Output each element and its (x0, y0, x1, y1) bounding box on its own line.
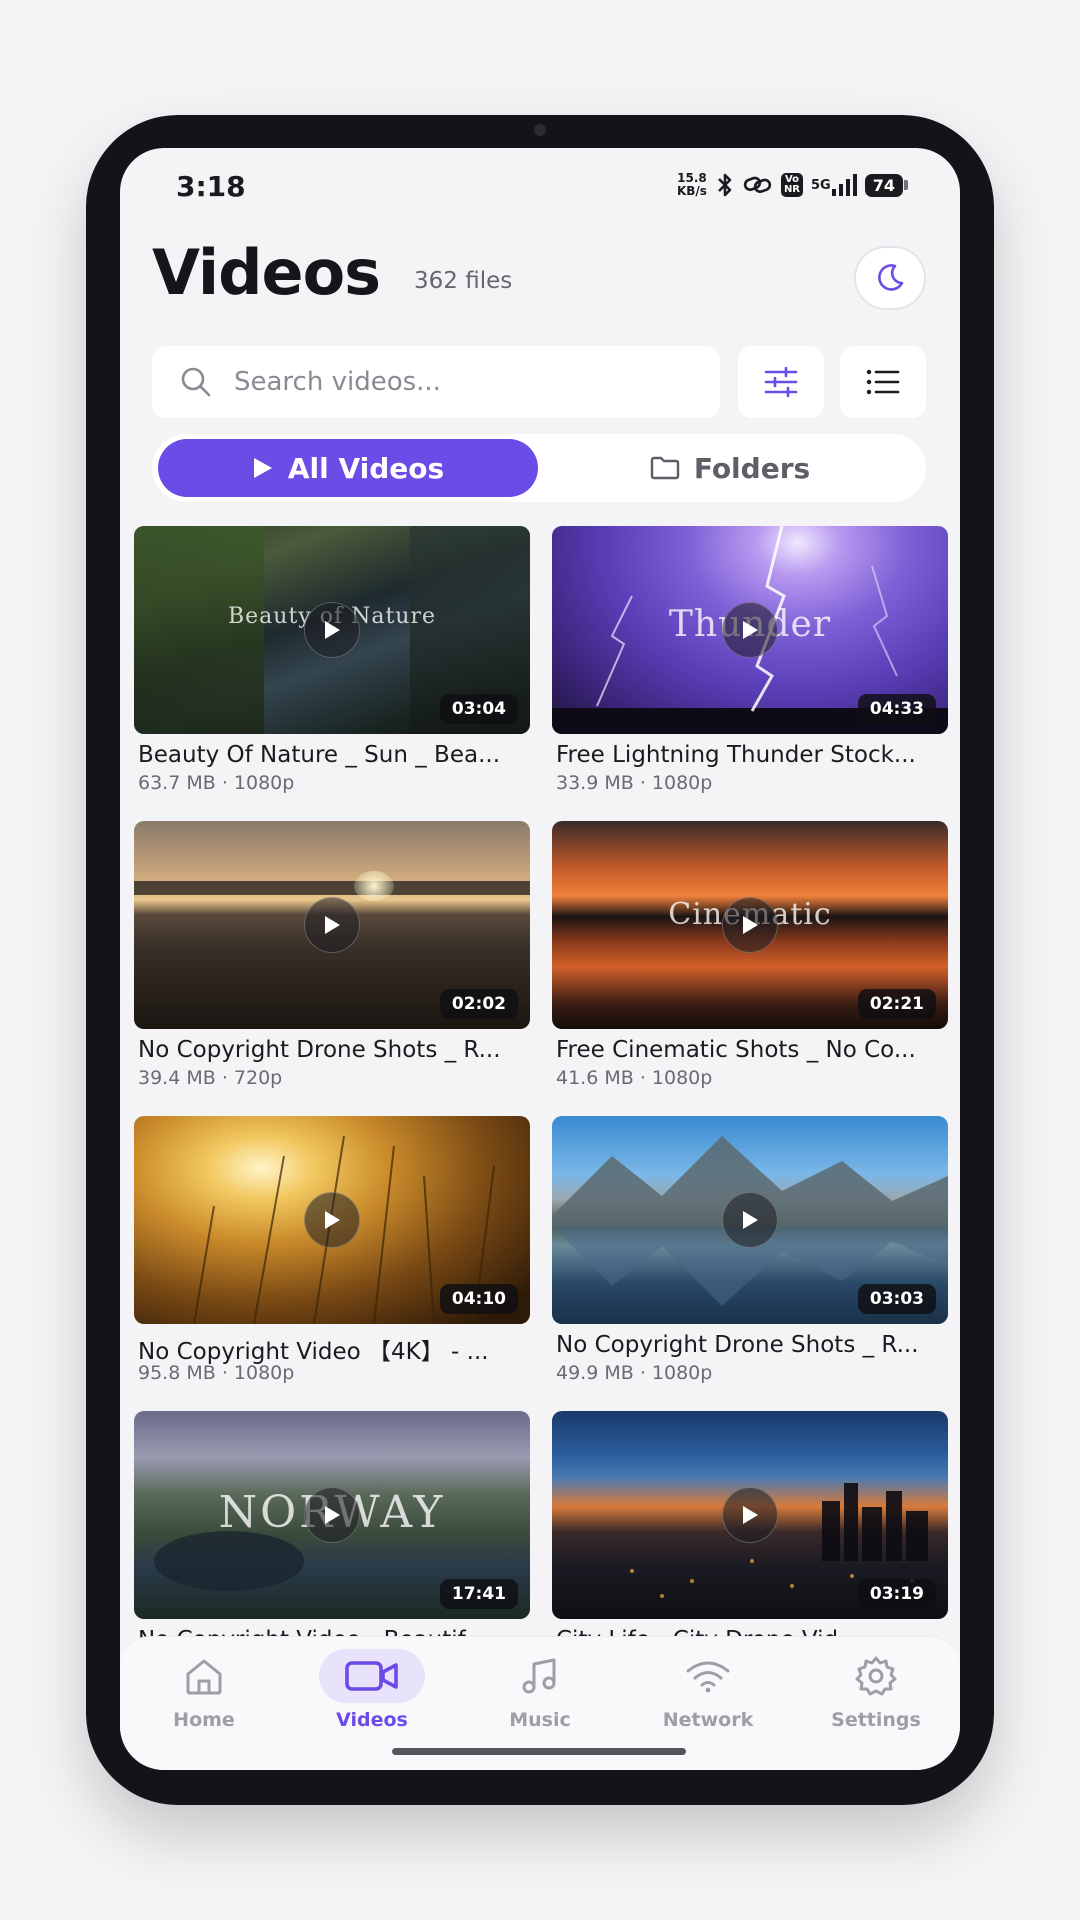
video-thumbnail[interactable]: NORWAY 17:41 (134, 1411, 530, 1619)
video-thumbnail[interactable]: 03:03 (552, 1116, 948, 1324)
video-title: No Copyright Drone Shots _ R... (138, 1037, 501, 1063)
duration-badge: 03:03 (857, 1284, 936, 1314)
status-time: 3:18 (176, 170, 246, 203)
tab-folders[interactable]: Folders (538, 439, 922, 497)
duration-badge: 03:19 (857, 1579, 936, 1609)
filter-button[interactable] (738, 346, 824, 418)
search-bar[interactable] (152, 346, 720, 418)
video-thumbnail[interactable]: Cinematic 02:21 (552, 821, 948, 1029)
play-icon (325, 916, 340, 934)
play-button[interactable] (722, 1192, 778, 1248)
wifi-icon (686, 1661, 730, 1693)
video-meta: 63.7 MB · 1080p (138, 772, 295, 794)
play-icon (743, 1211, 758, 1229)
battery-icon: 74 (864, 173, 908, 197)
list-icon (866, 369, 900, 395)
duration-badge: 02:21 (857, 989, 936, 1019)
duration-badge: 03:04 (439, 694, 518, 724)
video-card[interactable]: 04:10 No Copyright Video 【4K】 - ... 95.8… (134, 1116, 530, 1386)
video-card[interactable]: 02:02 No Copyright Drone Shots _ R... 39… (134, 821, 530, 1091)
video-card[interactable]: Beauty of Nature 03:04 Beauty Of Nature … (134, 526, 530, 796)
home-icon (186, 1659, 222, 1695)
nav-item-videos[interactable]: Videos (288, 1649, 456, 1733)
video-meta: 49.9 MB · 1080p (556, 1362, 713, 1384)
play-icon (325, 621, 340, 639)
play-button[interactable] (722, 897, 778, 953)
nav-item-home[interactable]: Home (120, 1649, 288, 1733)
front-camera (534, 124, 546, 136)
sliders-icon (764, 367, 798, 397)
play-icon (743, 621, 758, 639)
video-title: Beauty Of Nature _ Sun _ Bea... (138, 742, 501, 768)
video-card[interactable]: Cinematic 02:21 Free Cinematic Shots _ N… (552, 821, 948, 1091)
play-button[interactable] (304, 1192, 360, 1248)
play-icon (743, 916, 758, 934)
nav-label: Videos (336, 1709, 408, 1731)
list-view-button[interactable] (840, 346, 926, 418)
search-input[interactable] (234, 367, 694, 397)
video-title: No Copyright Video 【4K】 - ... (138, 1339, 489, 1365)
nav-label: Home (173, 1709, 235, 1731)
video-title: No Copyright Drone Shots _ R... (556, 1332, 919, 1358)
play-icon (325, 1506, 340, 1524)
play-button[interactable] (722, 602, 778, 658)
play-icon (743, 1506, 758, 1524)
home-indicator[interactable] (392, 1748, 686, 1755)
play-icon (325, 1211, 340, 1229)
battery-level: 74 (864, 173, 903, 197)
moon-icon (878, 264, 904, 291)
video-title: Free Cinematic Shots _ No Co... (556, 1037, 916, 1063)
nav-item-music[interactable]: Music (456, 1649, 624, 1733)
duration-badge: 04:33 (857, 694, 936, 724)
play-button[interactable] (722, 1487, 778, 1543)
nav-label: Music (509, 1709, 571, 1731)
bluetooth-icon (715, 172, 735, 198)
video-meta: 41.6 MB · 1080p (556, 1067, 713, 1089)
gear-icon (855, 1656, 897, 1696)
video-meta: 39.4 MB · 720p (138, 1067, 283, 1089)
tab-label: All Videos (287, 451, 445, 485)
video-card[interactable]: 03:03 No Copyright Drone Shots _ R... 49… (552, 1116, 948, 1386)
video-thumbnail[interactable]: Thunder 04:33 (552, 526, 948, 734)
duration-badge: 04:10 (439, 1284, 518, 1314)
nav-item-network[interactable]: Network (624, 1649, 792, 1733)
nav-label: Settings (831, 1709, 921, 1731)
file-count: 362 files (414, 268, 513, 294)
play-icon (253, 458, 272, 478)
video-thumbnail[interactable]: 04:10 (134, 1116, 530, 1324)
video-card[interactable]: Thunder 04:33 Free Lightning Thunder Sto… (552, 526, 948, 796)
play-button[interactable] (304, 1487, 360, 1543)
folder-icon (650, 456, 680, 480)
theme-toggle-button[interactable] (854, 246, 926, 310)
video-thumbnail[interactable]: 03:19 (552, 1411, 948, 1619)
video-title: Free Lightning Thunder Stock... (556, 742, 916, 768)
volte-icon: Vo NR (780, 173, 804, 197)
music-note-icon (522, 1658, 556, 1694)
page-title: Videos (152, 236, 381, 309)
app-screen: 3:18 15.8 KB/s Vo NR 5G 74 Videos 362 fi… (120, 148, 960, 1770)
signal-icon: 5G (811, 173, 857, 197)
play-button[interactable] (304, 897, 360, 953)
view-mode-tabs: All Videos Folders (152, 434, 926, 502)
search-icon (181, 367, 211, 397)
duration-badge: 17:41 (439, 1579, 518, 1609)
tab-all-videos[interactable]: All Videos (158, 439, 538, 497)
video-meta: 33.9 MB · 1080p (556, 772, 713, 794)
nav-item-settings[interactable]: Settings (792, 1649, 960, 1733)
video-meta: 95.8 MB · 1080p (138, 1362, 295, 1384)
duration-badge: 02:02 (439, 989, 518, 1019)
play-button[interactable] (304, 602, 360, 658)
link-icon (743, 174, 773, 196)
nav-label: Network (662, 1709, 754, 1731)
status-bar: 3:18 15.8 KB/s Vo NR 5G 74 (120, 148, 960, 228)
video-thumbnail[interactable]: 02:02 (134, 821, 530, 1029)
network-speed: 15.8 KB/s (676, 171, 707, 198)
tab-label: Folders (693, 451, 811, 485)
video-thumbnail[interactable]: Beauty of Nature 03:04 (134, 526, 530, 734)
video-camera-icon (345, 1661, 398, 1691)
status-icons: 15.8 KB/s Vo NR 5G 74 (677, 172, 908, 198)
